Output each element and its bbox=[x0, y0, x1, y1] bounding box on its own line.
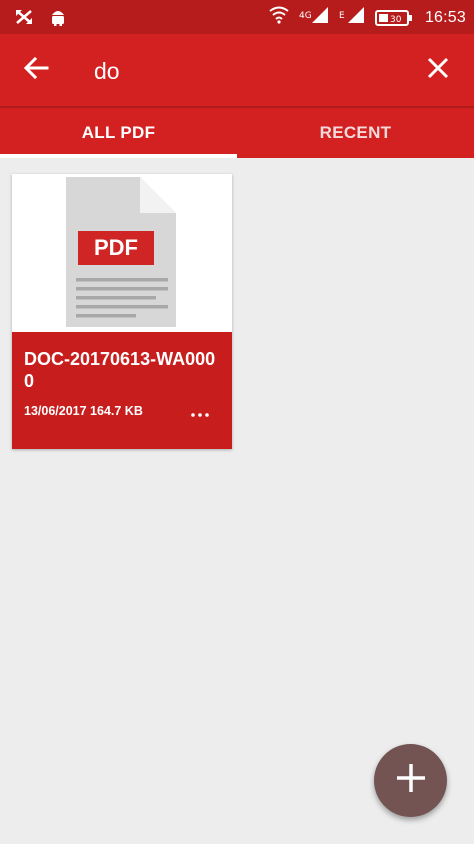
signal-icon: E bbox=[339, 6, 365, 29]
svg-text:4G: 4G bbox=[299, 11, 312, 21]
app-bar: do bbox=[0, 34, 474, 106]
back-arrow-icon bbox=[23, 55, 49, 86]
tab-all-pdf[interactable]: ALL PDF bbox=[0, 108, 237, 158]
wifi-icon bbox=[269, 6, 289, 29]
status-right-icons: 4G E 30 16:53 bbox=[269, 6, 466, 29]
svg-text:E: E bbox=[339, 11, 345, 21]
add-button[interactable] bbox=[374, 744, 447, 817]
status-left-icons bbox=[14, 7, 68, 32]
file-meta: 13/06/2017 164.7 KB bbox=[24, 404, 143, 418]
tab-label: ALL PDF bbox=[81, 123, 156, 142]
search-input[interactable]: do bbox=[94, 54, 120, 88]
tab-bar: ALL PDF RECENT bbox=[0, 108, 474, 158]
pdf-badge-label: PDF bbox=[94, 235, 138, 260]
pdf-thumbnail: PDF bbox=[12, 174, 232, 332]
file-size: 164.7 KB bbox=[90, 404, 143, 418]
file-info: DOC-20170613-WA0000 13/06/2017 164.7 KB bbox=[12, 332, 232, 449]
file-card[interactable]: PDF DOC-20170613-WA0000 13/06/2017 164.7… bbox=[12, 174, 232, 449]
file-menu-button[interactable] bbox=[188, 402, 212, 426]
back-button[interactable] bbox=[18, 52, 54, 88]
battery-icon: 30 bbox=[374, 9, 415, 27]
file-date: 13/06/2017 bbox=[24, 404, 87, 418]
clear-search-button[interactable] bbox=[420, 52, 456, 88]
battery-level: 30 bbox=[390, 15, 402, 25]
plus-icon bbox=[394, 761, 428, 800]
status-time: 16:53 bbox=[424, 8, 466, 26]
tab-label: RECENT bbox=[319, 123, 392, 142]
status-bar: 4G E 30 16:53 bbox=[0, 0, 474, 34]
more-horizontal-icon bbox=[190, 405, 210, 423]
tab-indicator bbox=[0, 154, 237, 158]
crossed-arrows-icon bbox=[14, 8, 34, 31]
close-icon bbox=[426, 56, 450, 85]
tab-recent[interactable]: RECENT bbox=[237, 108, 474, 158]
signal-icon: 4G bbox=[299, 6, 329, 29]
android-icon bbox=[48, 7, 68, 32]
file-title: DOC-20170613-WA0000 bbox=[24, 349, 216, 391]
